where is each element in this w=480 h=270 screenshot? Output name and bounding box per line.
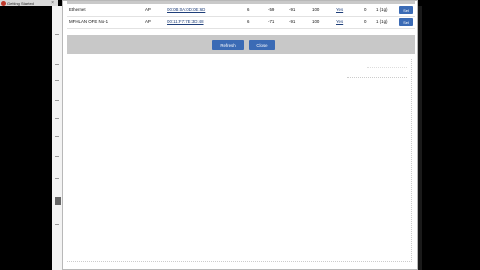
encryption-link[interactable]: Yes (336, 19, 343, 24)
page-line (55, 34, 59, 35)
browser-tab[interactable]: Getting Started × (0, 0, 54, 6)
network-type: AP (145, 7, 151, 12)
channel: 6 (247, 19, 250, 24)
divider (367, 67, 407, 68)
page-line (55, 64, 59, 65)
page-line (55, 136, 59, 137)
favicon-icon (1, 0, 6, 6)
bssid-link[interactable]: 00:11:F7:7E:3D:48 (167, 19, 204, 24)
signal: -71 (268, 19, 275, 24)
page-line (55, 178, 59, 179)
signal: -59 (268, 7, 275, 12)
page-line (55, 118, 59, 119)
table-row: Ethernet AP 00:0B:0A:0D:0E:6D 6 -59 -91 … (67, 5, 415, 17)
tab-title: Getting Started (7, 0, 34, 6)
count: 0 (364, 7, 367, 12)
page-line (55, 80, 59, 81)
select-button[interactable]: Sel (399, 6, 413, 14)
noise: -91 (289, 19, 296, 24)
rate: 100 (312, 7, 320, 12)
noise: -91 (289, 7, 296, 12)
cost: 1 (1g) (376, 19, 388, 24)
count: 0 (364, 19, 367, 24)
bssid-link[interactable]: 00:0B:0A:0D:0E:6D (167, 7, 205, 12)
page-line (55, 156, 59, 157)
window-edge (418, 6, 422, 270)
page-line (55, 100, 59, 101)
page-line (55, 224, 59, 225)
encryption-link[interactable]: Yes (336, 7, 343, 12)
empty-content-area (67, 59, 412, 262)
cost: 1 (1g) (376, 7, 388, 12)
network-name: MFHLAN OFE No-1 (69, 19, 109, 24)
rate: 100 (312, 19, 320, 24)
table-header (67, 1, 415, 4)
button-bar: Refresh Close (67, 35, 415, 54)
scrollbar-thumb[interactable] (55, 197, 61, 205)
table-row: MFHLAN OFE No-1 AP 00:11:F7:7E:3D:48 6 -… (67, 17, 415, 29)
close-button[interactable]: Close (249, 40, 275, 50)
refresh-button[interactable]: Refresh (212, 40, 244, 50)
network-name: Ethernet (69, 7, 86, 12)
network-type: AP (145, 19, 151, 24)
network-scan-dialog: Ethernet AP 00:0B:0A:0D:0E:6D 6 -59 -91 … (62, 0, 418, 270)
select-button[interactable]: Sel (399, 18, 413, 26)
divider (347, 77, 407, 78)
browser-tab-bar: Getting Started × (0, 0, 58, 6)
channel: 6 (247, 7, 250, 12)
